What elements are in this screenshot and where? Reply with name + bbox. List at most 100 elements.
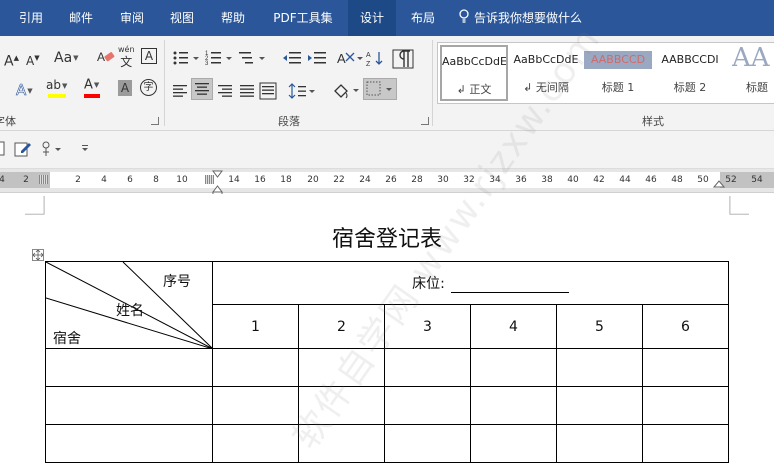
style-title[interactable]: AA 标题 — [728, 45, 774, 101]
group-label-styles: 样式 — [642, 115, 664, 128]
chinese-layout-button[interactable]: A — [336, 48, 366, 70]
text-effects-button[interactable]: A▼ — [16, 80, 33, 100]
line-spacing-button[interactable] — [288, 80, 318, 102]
tab-view[interactable]: 视图 — [163, 0, 201, 36]
style-normal[interactable]: AaBbCcDdE ↲ 正文 — [440, 45, 508, 101]
header-seq-label: 序号 — [163, 274, 191, 290]
tab-layout[interactable]: 布局 — [402, 0, 444, 36]
clear-formatting-button[interactable]: A — [96, 48, 116, 68]
text-effects-icon: A — [16, 81, 27, 100]
distributed-button[interactable] — [259, 80, 277, 102]
table-cell[interactable] — [556, 348, 643, 387]
table-cell[interactable] — [470, 348, 557, 387]
column-number-cell[interactable]: 5 — [556, 304, 643, 349]
header-dorm-label: 宿舍 — [53, 331, 81, 347]
align-left-button[interactable] — [172, 80, 190, 102]
decrease-indent-button[interactable] — [281, 48, 303, 70]
align-center-button[interactable] — [191, 78, 213, 100]
indent-markers[interactable] — [212, 170, 224, 196]
table-cell[interactable] — [45, 386, 213, 425]
align-center-icon — [195, 83, 209, 95]
margin-corner-left — [25, 196, 45, 215]
group-label-font: 字体 — [0, 115, 16, 128]
table-cell[interactable] — [642, 348, 729, 387]
table-cell[interactable] — [212, 348, 299, 387]
phonetic-guide-button[interactable]: wén 文 — [118, 44, 135, 70]
enclose-characters-button[interactable]: 字 — [140, 79, 157, 96]
page-icon[interactable] — [0, 141, 6, 157]
multilevel-list-button[interactable] — [238, 48, 268, 70]
highlight-color-bar — [48, 94, 66, 98]
ruler-tick: 18 — [280, 175, 292, 185]
ruler-tick: 50 — [697, 175, 709, 185]
table-cell[interactable] — [384, 386, 471, 425]
justify-button[interactable] — [238, 80, 256, 102]
highlight-button[interactable]: ab▼ — [46, 78, 67, 102]
horizontal-ruler[interactable]: 4 2 2 4 6 8 10 14 16 18 20 22 24 26 28 3… — [0, 169, 774, 196]
tab-design[interactable]: 设计 — [348, 0, 396, 36]
shrink-font-button[interactable]: A▼ — [26, 48, 40, 68]
tab-mailings[interactable]: 邮件 — [62, 0, 100, 36]
ruler-tick: 46 — [645, 175, 657, 185]
tab-references[interactable]: 引用 — [12, 0, 50, 36]
table-cell[interactable] — [556, 424, 643, 463]
char-shading-icon: A — [120, 81, 130, 95]
increase-indent-button[interactable] — [306, 48, 328, 70]
align-right-button[interactable] — [216, 80, 234, 102]
table-cell[interactable] — [384, 424, 471, 463]
ruler-tick: 2 — [75, 175, 81, 185]
style-heading-2[interactable]: AABBCCDI 标题 2 — [656, 45, 724, 101]
table-cell[interactable] — [470, 424, 557, 463]
column-number-cell[interactable]: 1 — [212, 304, 299, 349]
style-sample: AABBCCDI — [661, 53, 719, 66]
touch-mode-icon[interactable] — [40, 140, 62, 158]
bullets-button[interactable] — [172, 48, 202, 70]
table-cell[interactable] — [45, 424, 213, 463]
sort-button[interactable]: AZ — [366, 48, 388, 70]
document-page[interactable]: 宿舍登记表 序号 姓名 宿舍 床位: 1 2 3 4 5 6 软件自学网 www… — [0, 19, 774, 464]
grow-font-button[interactable]: A▲ — [4, 48, 19, 70]
column-number-cell[interactable]: 6 — [642, 304, 729, 349]
tab-pdf-tools[interactable]: PDF工具集 — [264, 0, 342, 36]
font-dialog-launcher[interactable] — [151, 117, 159, 125]
ribbon: A▲ A▼ Aa▼ A wén 文 A A▼ ab▼ A▼ A 字 字体 — [0, 36, 774, 131]
lightbulb-icon — [458, 1, 474, 37]
table-cell[interactable] — [45, 348, 213, 387]
table-cell[interactable] — [384, 348, 471, 387]
svg-text:A: A — [97, 50, 105, 64]
customize-qat-icon[interactable] — [80, 144, 90, 154]
borders-button[interactable] — [363, 78, 397, 100]
char-shading-button[interactable]: A — [118, 80, 132, 96]
bed-header-cell[interactable]: 床位: — [212, 261, 729, 305]
style-name: 标题 2 — [673, 81, 707, 94]
paragraph-dialog-launcher[interactable] — [421, 117, 429, 125]
style-name: ↲ 正文 — [456, 83, 492, 96]
numbering-button[interactable]: 1 2 3 — [205, 48, 235, 70]
tab-review[interactable]: 审阅 — [113, 0, 151, 36]
table-cell[interactable] — [642, 424, 729, 463]
shading-button[interactable] — [330, 80, 362, 102]
phonetic-guide-icon: 文 — [120, 55, 133, 69]
tab-help[interactable]: 帮助 — [214, 0, 252, 36]
table-cell[interactable] — [642, 386, 729, 425]
shrink-font-icon: A — [26, 54, 35, 68]
svg-text:Z: Z — [366, 61, 371, 68]
font-color-button[interactable]: A▼ — [84, 78, 100, 102]
column-number-cell[interactable]: 4 — [470, 304, 557, 349]
table-move-handle[interactable] — [32, 249, 44, 261]
quick-access-toolbar — [0, 131, 774, 169]
table-cell[interactable] — [556, 386, 643, 425]
show-hide-marks-button[interactable] — [392, 48, 414, 70]
diagonal-header-cell[interactable]: 序号 姓名 宿舍 — [45, 261, 213, 349]
char-border-icon: A — [144, 49, 154, 63]
ruler-tick: 4 — [101, 175, 107, 185]
char-border-button[interactable]: A — [141, 48, 157, 64]
ruler-tick: 8 — [153, 175, 159, 185]
eraser-icon: A — [97, 50, 115, 64]
ruler-tick: 52 — [725, 175, 737, 185]
edit-icon[interactable] — [14, 140, 32, 158]
change-case-button[interactable]: Aa▼ — [54, 48, 79, 68]
table-cell[interactable] — [470, 386, 557, 425]
column-marker[interactable] — [39, 175, 48, 184]
ruler-tick: 14 — [228, 175, 240, 185]
